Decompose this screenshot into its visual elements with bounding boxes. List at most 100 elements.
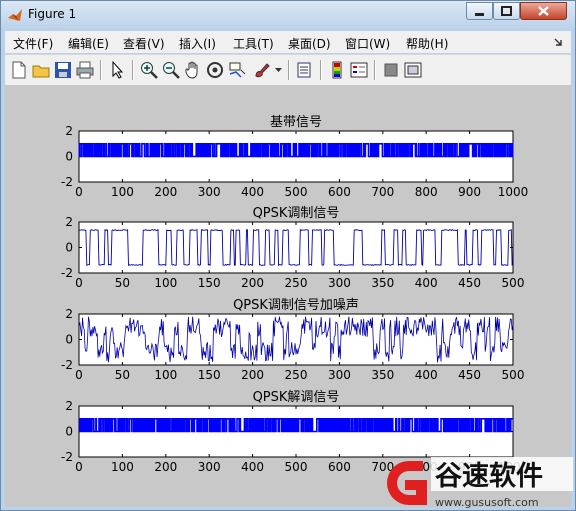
subplot-canvas: 基带信号0 100 200 300 400 500 600 700 800 900 100020-2…	[61, 115, 528, 474]
y-tick-label: 0	[65, 425, 73, 439]
subplot-3[interactable]: QPSK调制信号加噪声 0 50 100 150 200 250 300 350 400 450 50…	[61, 298, 524, 382]
toolbar-separator	[132, 60, 134, 80]
x-tick-label: 300	[198, 185, 221, 199]
show-plot-tools-icon[interactable]	[403, 60, 423, 80]
new-file-icon[interactable]	[9, 60, 29, 80]
y-tick-label: -2	[61, 358, 73, 372]
menu-desktop[interactable]: 桌面(D)	[288, 35, 331, 52]
x-tick-label: 200	[241, 368, 264, 382]
menu-bar: 文件(F) 编辑(E) 查看(V) 插入(I) 工具(T) 桌面(D) 窗口(W…	[5, 31, 571, 53]
x-tick-label: 350	[371, 276, 394, 290]
pointer-icon[interactable]	[107, 60, 127, 80]
chevron-down-icon[interactable]	[275, 68, 282, 73]
x-tick-label: 500	[502, 276, 525, 290]
toolbar-separator	[100, 60, 102, 80]
subplot-2[interactable]: QPSK调制信号 0 50 100 150 200 250 300 350 400 450 500 2 0…	[61, 206, 524, 290]
rotate-3d-icon[interactable]	[205, 60, 225, 80]
dock-arrow-icon[interactable]	[553, 37, 563, 47]
figure-canvas: 基带信号 0 100 200 300 400 500 600 700 800 900 1000 2 0 -2…	[5, 85, 571, 507]
close-icon	[538, 6, 549, 16]
x-tick-label: 600	[328, 185, 351, 199]
figure-toolbar	[5, 54, 571, 86]
y-tick-label: 2	[65, 399, 73, 413]
svg-text:谷速软件: 谷速软件	[435, 461, 543, 492]
y-tick-label: -2	[61, 175, 73, 189]
x-tick-label: 700	[371, 185, 394, 199]
x-tick-label: 0	[75, 368, 83, 382]
x-tick-label: 400	[415, 276, 438, 290]
x-tick-label: 400	[241, 185, 264, 199]
x-tick-label: 200	[154, 460, 177, 474]
legend-icon[interactable]	[349, 60, 369, 80]
menu-tools[interactable]: 工具(T)	[233, 35, 274, 52]
x-tick-label: 450	[458, 368, 481, 382]
y-tick-label: 0	[65, 241, 73, 255]
menu-edit[interactable]: 编辑(E)	[68, 35, 109, 52]
x-tick-label: 800	[415, 185, 438, 199]
x-tick-label: 100	[154, 276, 177, 290]
print-icon[interactable]	[75, 60, 95, 80]
maximize-icon	[501, 6, 512, 16]
x-tick-label: 350	[371, 368, 394, 382]
x-tick-label: 300	[328, 276, 351, 290]
menu-file[interactable]: 文件(F)	[13, 35, 53, 52]
colorbar-icon[interactable]	[327, 60, 347, 80]
hide-plot-tools-icon[interactable]	[381, 60, 401, 80]
x-tick-label: 150	[198, 368, 221, 382]
series-line	[78, 143, 514, 158]
maximize-button[interactable]	[493, 2, 520, 20]
zoom-in-icon[interactable]	[139, 60, 159, 80]
menu-insert[interactable]: 插入(I)	[179, 35, 216, 52]
x-tick-label: 300	[198, 460, 221, 474]
x-tick-label: 300	[328, 368, 351, 382]
x-tick-label: 100	[111, 460, 134, 474]
x-tick-label: 1000	[498, 185, 529, 199]
x-tick-label: 0	[75, 276, 83, 290]
y-tick-label: 2	[65, 307, 73, 321]
x-tick-label: 600	[328, 460, 351, 474]
y-tick-label: 2	[65, 215, 73, 229]
figure-window: Figure 1 文件(F) 编辑(E) 查看(V) 插入(I) 工具(T) 桌…	[0, 0, 576, 511]
minimize-button[interactable]	[466, 2, 493, 20]
x-tick-label: 250	[285, 368, 308, 382]
x-tick-label: 500	[502, 368, 525, 382]
x-tick-label: 100	[111, 185, 134, 199]
menu-window[interactable]: 窗口(W)	[345, 35, 390, 52]
save-icon[interactable]	[53, 60, 73, 80]
x-tick-label: 100	[154, 368, 177, 382]
title-bar: Figure 1	[1, 1, 575, 29]
menu-view[interactable]: 查看(V)	[123, 35, 165, 52]
y-tick-label: -2	[61, 266, 73, 280]
menu-help[interactable]: 帮助(H)	[406, 35, 448, 52]
x-tick-label: 400	[415, 368, 438, 382]
subplot-title: 基带信号	[270, 115, 322, 130]
series-line	[79, 418, 513, 433]
x-tick-label: 250	[285, 276, 308, 290]
subplot-title: QPSK调制信号	[253, 206, 340, 221]
watermark-logo: 谷速软件 www.gususoft.com	[387, 457, 573, 509]
svg-text:www.gususoft.com: www.gususoft.com	[435, 496, 539, 509]
brush-icon[interactable]	[252, 60, 272, 80]
subplot-title: QPSK调制信号加噪声	[233, 298, 359, 313]
toolbar-separator	[288, 60, 290, 80]
close-button[interactable]	[520, 2, 567, 20]
toolbar-separator	[374, 60, 376, 80]
zoom-out-icon[interactable]	[161, 60, 181, 80]
subplot-title: QPSK解调信号	[253, 390, 340, 405]
link-plot-icon[interactable]	[295, 60, 315, 80]
subplot-1[interactable]: 基带信号0 100 200 300 400 500 600 700 800 900 100020-2	[61, 115, 528, 199]
data-cursor-icon[interactable]	[227, 60, 247, 80]
x-tick-label: 50	[115, 368, 130, 382]
x-tick-label: 0	[75, 185, 83, 199]
axes-box	[78, 313, 514, 366]
y-tick-label: 0	[65, 150, 73, 164]
x-tick-label: 50	[115, 276, 130, 290]
y-tick-label: 2	[65, 124, 73, 138]
x-tick-label: 200	[154, 185, 177, 199]
toolbar-separator	[320, 60, 322, 80]
y-tick-label: 0	[65, 333, 73, 347]
pan-hand-icon[interactable]	[183, 60, 203, 80]
open-folder-icon[interactable]	[31, 60, 51, 80]
x-tick-label: 900	[458, 185, 481, 199]
x-tick-label: 500	[285, 185, 308, 199]
